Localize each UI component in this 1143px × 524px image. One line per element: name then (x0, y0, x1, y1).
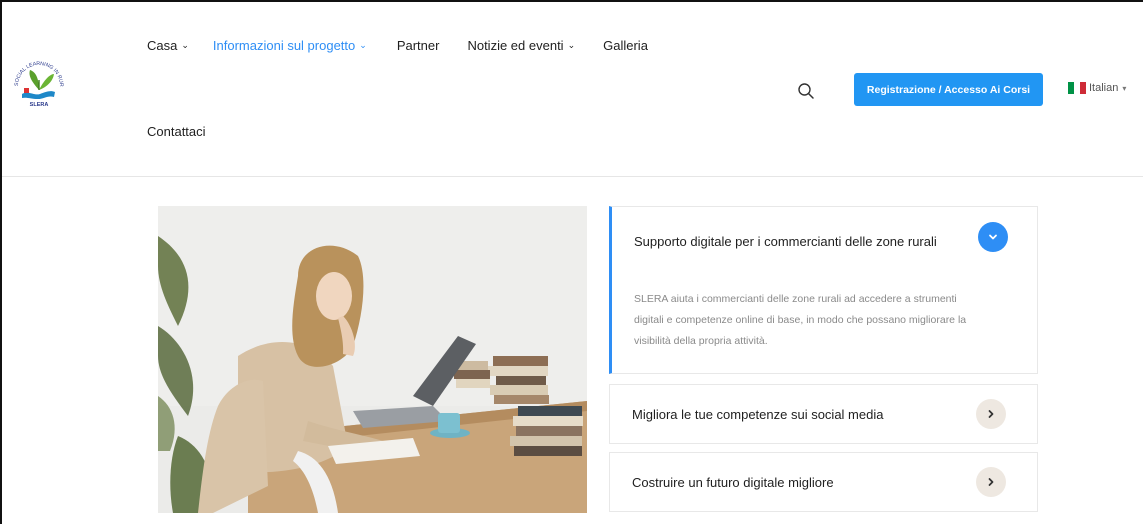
screenshot-frame (0, 0, 1143, 524)
